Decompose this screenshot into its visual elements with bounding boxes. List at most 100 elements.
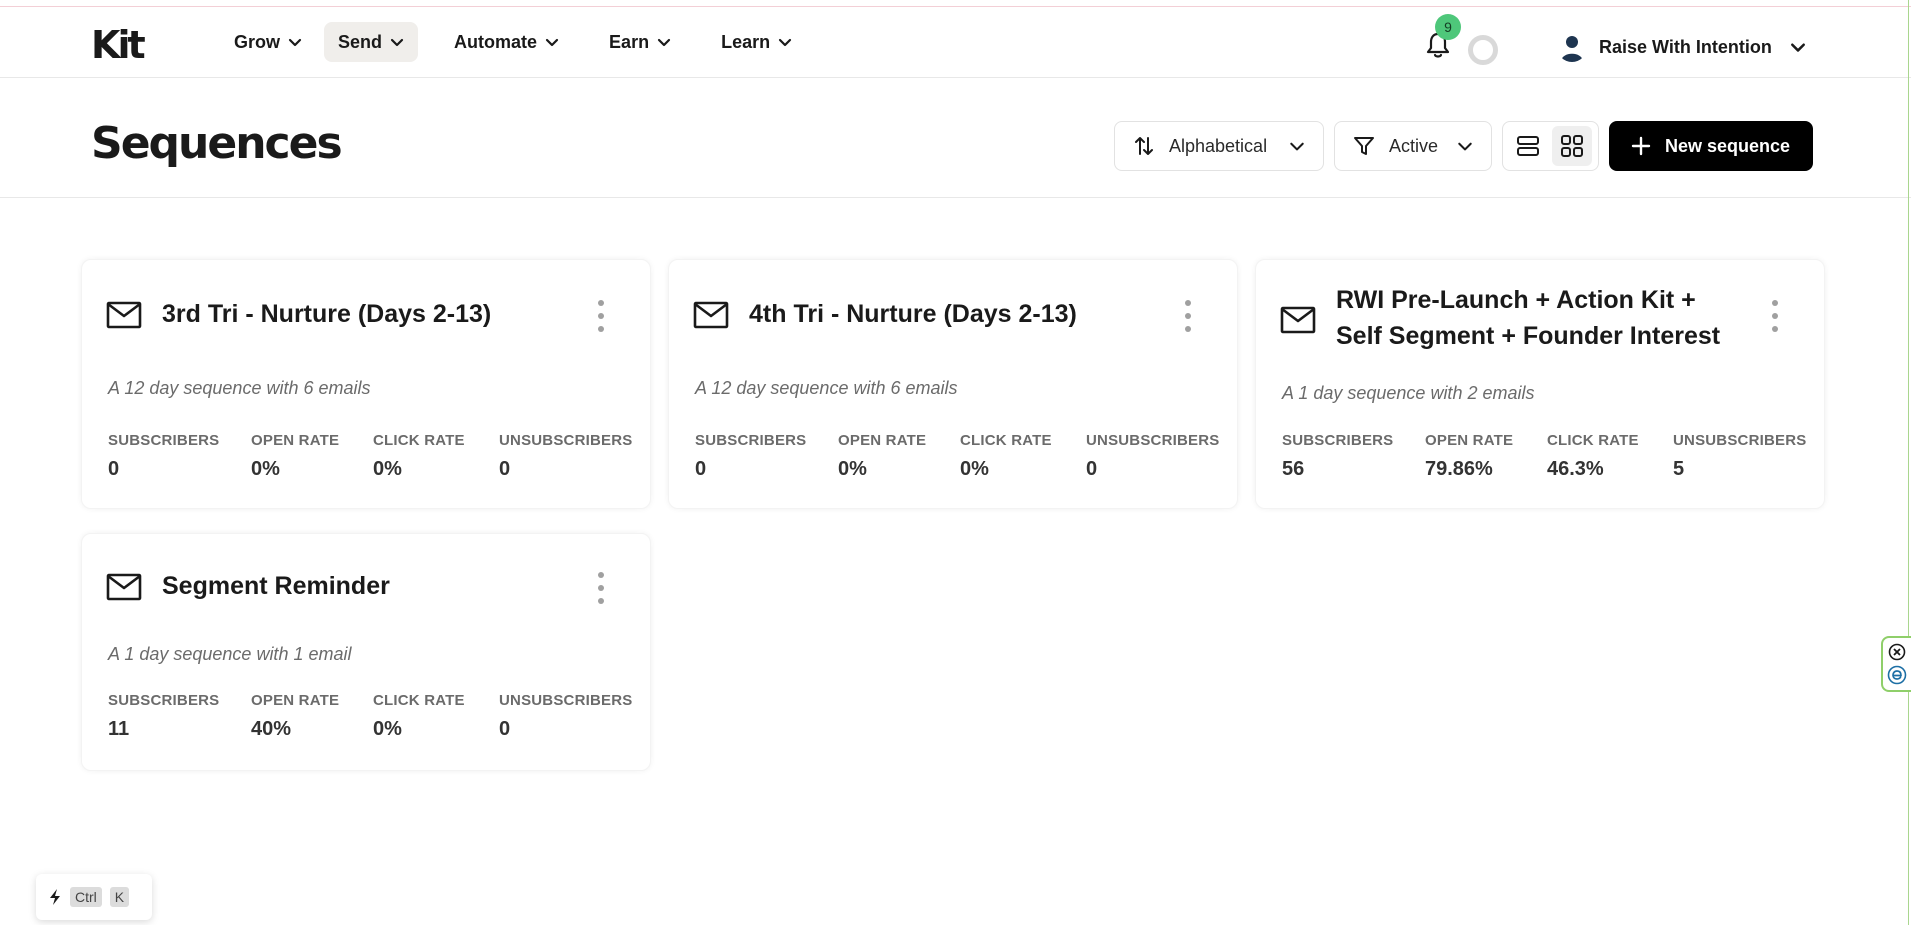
nav-earn[interactable]: Earn xyxy=(595,22,685,62)
stat-value: 0% xyxy=(251,458,280,480)
account-menu[interactable]: Raise With Intention xyxy=(1557,30,1806,64)
stat-label: SUBSCRIBERS xyxy=(1282,432,1394,449)
stat-value: 0 xyxy=(499,458,511,480)
sort-label: Alphabetical xyxy=(1169,135,1268,156)
more-options-icon[interactable] xyxy=(596,298,606,334)
filter-dropdown[interactable]: Active xyxy=(1334,121,1492,171)
stat-click-rate: CLICK RATE 0% xyxy=(373,432,499,481)
stat-value: 0% xyxy=(838,458,867,480)
sequence-title[interactable]: 3rd Tri - Nurture (Days 2-13) xyxy=(162,296,491,332)
sequence-stats: SUBSCRIBERS 0 OPEN RATE 0% CLICK RATE 0%… xyxy=(695,432,1219,481)
sequence-stats: SUBSCRIBERS 56 OPEN RATE 79.86% CLICK RA… xyxy=(1282,432,1806,481)
close-icon[interactable] xyxy=(1888,643,1906,661)
nav-grow-label: Grow xyxy=(234,31,281,52)
stat-unsubscribers: UNSUBSCRIBERS 0 xyxy=(499,692,632,741)
stat-value: 79.86% xyxy=(1425,458,1493,480)
chevron-down-icon xyxy=(1790,43,1805,52)
stat-label: CLICK RATE xyxy=(373,692,465,709)
stat-label: OPEN RATE xyxy=(1425,432,1514,449)
main-nav: Grow Send Automate Earn Learn xyxy=(220,22,806,62)
sort-icon xyxy=(1135,137,1153,155)
top-navigation-bar: Kit Grow Send Automate Earn Learn 9 Rais… xyxy=(0,7,1911,78)
nav-automate[interactable]: Automate xyxy=(440,22,573,62)
stat-value: 46.3% xyxy=(1547,458,1604,480)
nav-send-label: Send xyxy=(338,31,383,52)
new-sequence-button[interactable]: New sequence xyxy=(1609,121,1813,171)
stat-label: OPEN RATE xyxy=(251,432,340,449)
stat-label: UNSUBSCRIBERS xyxy=(499,692,633,709)
stat-value: 56 xyxy=(1282,458,1305,480)
avatar xyxy=(1557,32,1587,62)
sequence-title[interactable]: 4th Tri - Nurture (Days 2-13) xyxy=(749,296,1077,332)
stat-subscribers: SUBSCRIBERS 0 xyxy=(108,432,251,481)
sequence-description: A 12 day sequence with 6 emails xyxy=(695,378,958,398)
mail-icon xyxy=(1280,306,1316,334)
stat-value: 40% xyxy=(251,718,292,740)
chevron-down-icon xyxy=(288,38,302,47)
stat-value: 0 xyxy=(108,458,120,480)
plus-icon xyxy=(1631,136,1651,156)
sequence-card[interactable]: RWI Pre-Launch + Action Kit + Self Segme… xyxy=(1255,259,1825,509)
sequence-stats: SUBSCRIBERS 11 OPEN RATE 40% CLICK RATE … xyxy=(108,692,632,741)
sequence-title-line: RWI Pre-Launch + Action Kit + xyxy=(1336,286,1696,314)
page-title: Sequences xyxy=(91,118,343,169)
sequence-card[interactable]: 3rd Tri - Nurture (Days 2-13) A 12 day s… xyxy=(81,259,651,509)
new-sequence-label: New sequence xyxy=(1665,135,1791,156)
stat-open-rate: OPEN RATE 40% xyxy=(251,692,373,741)
stat-click-rate: CLICK RATE 0% xyxy=(960,432,1086,481)
more-options-icon[interactable] xyxy=(1770,298,1780,334)
stat-unsubscribers: UNSUBSCRIBERS 5 xyxy=(1673,432,1806,481)
nav-send[interactable]: Send xyxy=(324,22,419,62)
filter-icon xyxy=(1354,137,1374,155)
ctrl-key: Ctrl xyxy=(70,887,102,907)
account-name: Raise With Intention xyxy=(1599,36,1772,57)
stat-label: OPEN RATE xyxy=(838,432,927,449)
mail-icon xyxy=(106,573,142,601)
sequence-title[interactable]: Segment Reminder xyxy=(162,568,390,604)
stat-unsubscribers: UNSUBSCRIBERS 0 xyxy=(1086,432,1219,481)
filter-label: Active xyxy=(1389,135,1439,156)
mail-icon xyxy=(106,301,142,329)
stat-value: 0 xyxy=(695,458,707,480)
view-toggle xyxy=(1502,121,1599,171)
command-palette-shortcut[interactable]: Ctrl K xyxy=(36,874,152,920)
chevron-down-icon xyxy=(545,38,559,47)
sequence-card[interactable]: 4th Tri - Nurture (Days 2-13) A 12 day s… xyxy=(668,259,1238,509)
stat-label: OPEN RATE xyxy=(251,692,340,709)
stat-value: 0% xyxy=(373,458,402,480)
sort-dropdown[interactable]: Alphabetical xyxy=(1114,121,1324,171)
grid-view-button[interactable] xyxy=(1552,126,1592,166)
stat-label: SUBSCRIBERS xyxy=(695,432,807,449)
sequence-card[interactable]: Segment Reminder A 1 day sequence with 1… xyxy=(81,533,651,771)
nav-learn[interactable]: Learn xyxy=(707,22,806,62)
more-options-icon[interactable] xyxy=(596,570,606,606)
loading-ring-icon xyxy=(1468,35,1498,65)
stat-value: 11 xyxy=(108,718,130,740)
stat-label: CLICK RATE xyxy=(373,432,465,449)
nav-learn-label: Learn xyxy=(721,31,771,52)
sequence-title[interactable]: RWI Pre-Launch + Action Kit + Self Segme… xyxy=(1336,282,1720,354)
stat-subscribers: SUBSCRIBERS 11 xyxy=(108,692,251,741)
stat-value: 0 xyxy=(499,718,511,740)
stat-value: 0% xyxy=(373,718,402,740)
nav-automate-label: Automate xyxy=(454,31,538,52)
top-border xyxy=(0,0,1911,7)
stat-open-rate: OPEN RATE 0% xyxy=(251,432,373,481)
list-view-icon xyxy=(1517,136,1539,156)
stat-label: SUBSCRIBERS xyxy=(108,432,220,449)
nav-grow[interactable]: Grow xyxy=(220,22,316,62)
sequence-stats: SUBSCRIBERS 0 OPEN RATE 0% CLICK RATE 0%… xyxy=(108,432,632,481)
stat-label: CLICK RATE xyxy=(1547,432,1639,449)
nav-earn-label: Earn xyxy=(609,31,650,52)
list-view-button[interactable] xyxy=(1508,126,1548,166)
stat-label: SUBSCRIBERS xyxy=(108,692,220,709)
kit-logo[interactable]: Kit xyxy=(91,23,146,67)
chevron-down-icon xyxy=(1290,142,1304,151)
stat-value: 5 xyxy=(1673,458,1685,480)
extension-widget[interactable] xyxy=(1881,636,1911,692)
more-options-icon[interactable] xyxy=(1183,298,1193,334)
stat-label: CLICK RATE xyxy=(960,432,1052,449)
extension-e-icon[interactable] xyxy=(1887,665,1907,685)
k-key: K xyxy=(109,887,130,907)
sequence-description: A 1 day sequence with 2 emails xyxy=(1282,383,1535,403)
